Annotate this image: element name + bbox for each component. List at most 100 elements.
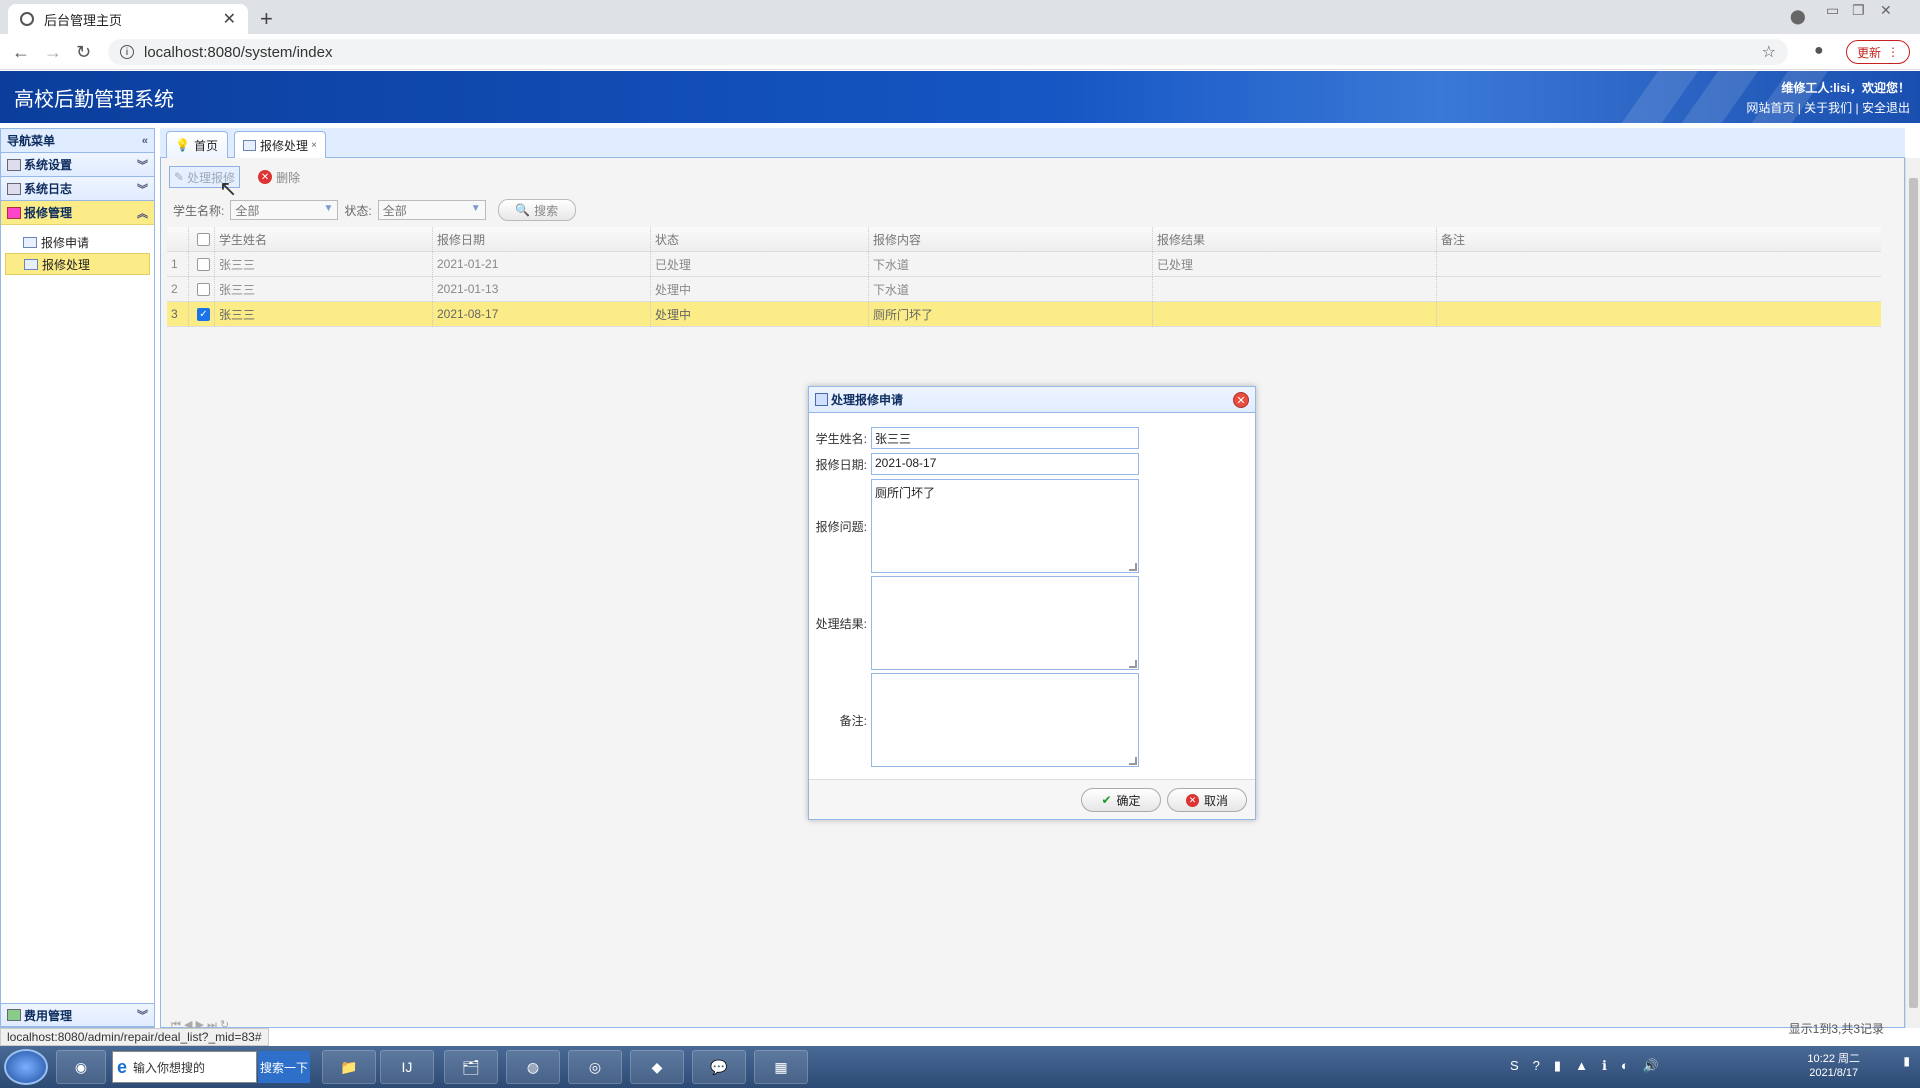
row-checkbox[interactable] — [189, 251, 215, 277]
result-label: 处理结果: — [815, 616, 867, 631]
restore-icon[interactable]: ❐ — [1852, 2, 1865, 19]
os-taskbar: ◉ e 输入你想搜的 搜索一下 📁 IJ 🗂 ◍ ◎ ◆ 💬 ▦ 10:22 周… — [0, 1046, 1920, 1088]
student-filter-select[interactable]: 全部 ▼ — [230, 200, 339, 220]
sidebar-item-repair-process[interactable]: 报修处理 — [5, 253, 150, 275]
network-icon[interactable]: ◐ — [1621, 1058, 1629, 1074]
dialog-close-icon[interactable]: ✕ — [1233, 392, 1249, 408]
select-all-checkbox[interactable] — [189, 226, 215, 252]
student-name-field[interactable]: 张三三 — [871, 427, 1139, 449]
status-filter-select[interactable]: 全部 ▼ — [377, 200, 486, 220]
explorer-app-icon[interactable]: 🗂 — [444, 1050, 498, 1084]
sidebar-item-repair-apply[interactable]: 报修申请 — [5, 231, 150, 253]
date-row: 报修日期: 2021-08-17 — [815, 453, 1139, 475]
app-icon[interactable]: ◆ — [630, 1050, 684, 1084]
new-tab-icon[interactable]: + — [260, 6, 273, 32]
dialog-header: 处理报修申请 — [809, 387, 1255, 413]
dialog-title: 处理报修申请 — [831, 393, 904, 407]
result-textarea[interactable] — [871, 576, 1139, 670]
firefox-app-icon[interactable]: ◍ — [506, 1050, 560, 1084]
problem-textarea[interactable]: 厕所门坏了 — [871, 479, 1139, 573]
profile-icon[interactable]: ● — [1814, 42, 1824, 60]
update-button[interactable]: 更新 ⋮ — [1846, 40, 1910, 64]
about-link[interactable]: 关于我们 — [1804, 101, 1852, 115]
confirm-button[interactable]: ✔ 确定 — [1081, 788, 1161, 812]
start-button[interactable] — [4, 1049, 48, 1085]
folder-app-icon[interactable]: 📁 — [322, 1050, 376, 1084]
sidebar-section-repair[interactable]: 报修管理 ︽ — [1, 201, 154, 225]
help-icon[interactable]: ? — [1533, 1058, 1540, 1074]
ime-icon[interactable]: S — [1510, 1058, 1519, 1074]
window-close-icon[interactable]: ✕ — [1880, 2, 1892, 19]
show-desktop-icon[interactable]: ▮ — [1903, 1054, 1910, 1068]
chevron-down-icon: ︾ — [137, 183, 148, 196]
clock[interactable]: 10:22 周二 2021/8/17 — [1807, 1052, 1860, 1080]
column-header[interactable]: 状态 — [651, 226, 869, 252]
site-info-icon[interactable]: i — [120, 45, 134, 59]
minimize-icon[interactable]: ▭ — [1826, 2, 1839, 19]
taskbar-search-button[interactable]: 搜索一下 — [258, 1051, 310, 1083]
chevron-up-icon: ︽ — [137, 207, 148, 220]
column-header[interactable]: 学生姓名 — [215, 226, 433, 252]
cancel-button[interactable]: ✕ 取消 — [1167, 788, 1247, 812]
home-link[interactable]: 网站首页 — [1746, 101, 1794, 115]
sidebar-section-logs[interactable]: 系统日志 ︾ — [1, 177, 154, 201]
vertical-scrollbar[interactable] — [1905, 158, 1920, 1028]
tab-label: 报修处理 — [260, 139, 309, 153]
table-row[interactable]: 1 张三三 2021-01-21 已处理 下水道 已处理 — [167, 251, 1881, 277]
row-checkbox-checked[interactable]: ✓ — [189, 301, 215, 327]
tab-home[interactable]: 💡 首页 — [166, 131, 228, 158]
chrome-app-icon[interactable]: ◎ — [568, 1050, 622, 1084]
tool-app-icon[interactable]: ▦ — [754, 1050, 808, 1084]
sidebar-section-fees[interactable]: 费用管理 ︾ — [1, 1003, 154, 1027]
battery-icon[interactable]: ▮ — [1554, 1058, 1561, 1074]
tab-repair-process[interactable]: 报修处理 × — [234, 131, 326, 159]
tab-close-icon[interactable]: × — [311, 140, 317, 151]
problem-text: 厕所门坏了 — [875, 486, 936, 500]
search-button[interactable]: 🔍 搜索 — [497, 199, 576, 221]
bookmark-star-icon[interactable]: ☆ — [1762, 42, 1776, 62]
problem-row: 报修问题: 厕所门坏了 — [815, 479, 1139, 573]
grid-header-row: 学生姓名 报修日期 状态 报修内容 报修结果 备注 — [167, 226, 1881, 252]
taskbar-search-input[interactable]: e 输入你想搜的 — [112, 1051, 257, 1083]
sidebar-section-settings[interactable]: 系统设置 ︾ — [1, 153, 154, 177]
back-arrow-icon[interactable]: ← — [12, 42, 30, 63]
column-header[interactable]: 报修内容 — [869, 226, 1153, 252]
volume-icon[interactable]: 🔊 — [1643, 1058, 1659, 1074]
table-row-selected[interactable]: 3 ✓ 张三三 2021-08-17 处理中 厕所门坏了 — [167, 301, 1881, 327]
tray-expand-icon[interactable]: ▲ — [1575, 1058, 1588, 1074]
forward-arrow-icon[interactable]: → — [44, 42, 62, 63]
table-row[interactable]: 2 张三三 2021-01-13 处理中 下水道 — [167, 276, 1881, 302]
date-field[interactable]: 2021-08-17 — [871, 453, 1139, 475]
data-grid: 学生姓名 报修日期 状态 报修内容 报修结果 备注 1 张三三 2021-01-… — [167, 226, 1881, 327]
wechat-app-icon[interactable]: 💬 — [692, 1050, 746, 1084]
close-tab-icon[interactable]: ✕ — [223, 9, 236, 29]
browser-tab[interactable]: 后台管理主页 ✕ — [8, 4, 248, 34]
scroll-thumb[interactable] — [1909, 178, 1918, 1008]
cell-note — [1437, 252, 1881, 277]
reload-icon[interactable]: ↻ — [76, 42, 91, 63]
column-header[interactable]: 备注 — [1437, 227, 1881, 252]
tab-label: 首页 — [193, 138, 218, 153]
row-number: 3 — [167, 301, 189, 327]
tab-search-icon[interactable]: ⬤ — [1790, 8, 1806, 25]
column-header[interactable]: 报修结果 — [1153, 226, 1437, 252]
column-header[interactable]: 报修日期 — [433, 226, 651, 252]
row-checkbox[interactable] — [189, 276, 215, 302]
resize-grip-icon[interactable] — [1129, 563, 1137, 571]
cell-content: 下水道 — [869, 276, 1153, 302]
note-label: 备注: — [839, 713, 867, 728]
app-title: 高校后勤管理系统 — [14, 89, 174, 111]
url-bar[interactable]: i localhost:8080/system/index ☆ — [108, 39, 1788, 65]
delete-button[interactable]: ✕ 删除 — [254, 166, 304, 188]
logout-link[interactable]: 安全退出 — [1862, 101, 1910, 115]
browser-app-icon[interactable]: ◉ — [56, 1050, 106, 1084]
info-icon[interactable]: ℹ — [1602, 1058, 1607, 1074]
resize-grip-icon[interactable] — [1129, 757, 1137, 765]
intellij-app-icon[interactable]: IJ — [380, 1050, 434, 1084]
page-info: 显示1到3,共3记录 — [1788, 1022, 1884, 1036]
collapse-sidebar-icon[interactable]: « — [142, 135, 148, 147]
note-textarea[interactable] — [871, 673, 1139, 767]
ie-icon: e — [117, 1056, 128, 1077]
resize-grip-icon[interactable] — [1129, 660, 1137, 668]
delete-icon: ✕ — [258, 170, 273, 184]
